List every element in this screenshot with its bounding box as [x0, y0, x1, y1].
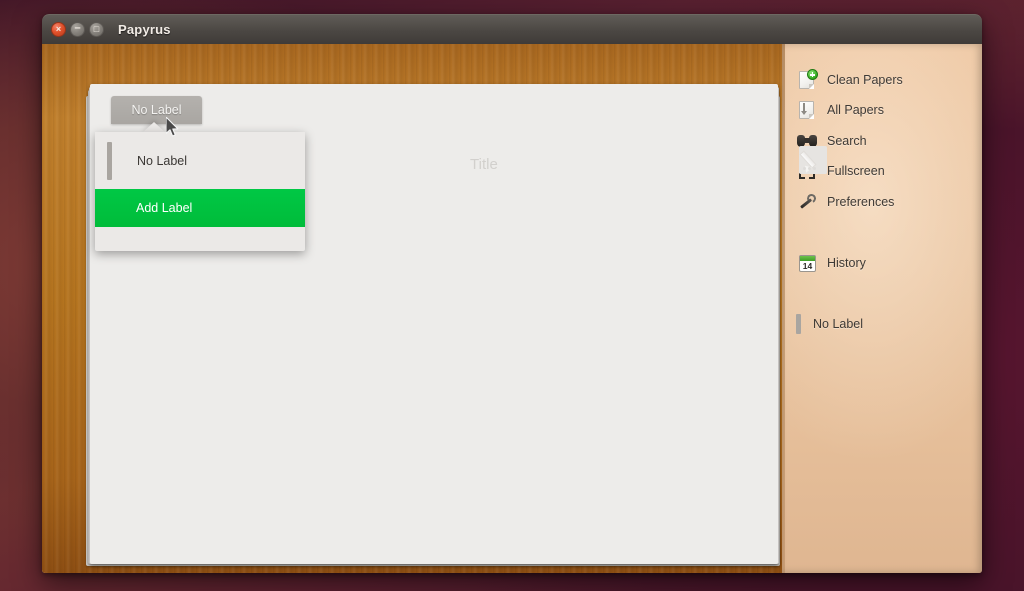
label-tab-text: No Label [131, 103, 182, 117]
sidebar-label-no-label[interactable]: No Label [796, 313, 863, 335]
desktop-background: × – □ Papyrus Clean Papers All Papers Se… [0, 0, 1024, 591]
dropdown-item-label: Add Label [136, 201, 193, 215]
pencil-icon[interactable] [799, 146, 827, 174]
card-title-placeholder: Title [470, 156, 498, 173]
maximize-icon: □ [93, 24, 100, 34]
label-color-swatch [107, 141, 112, 180]
mouse-cursor [166, 117, 179, 137]
sidebar-item-label: Clean Papers [827, 73, 903, 87]
application-window: × – □ Papyrus Clean Papers All Papers Se… [42, 14, 982, 573]
dropdown-item-add-label[interactable]: Add Label [95, 189, 305, 227]
wrench-icon [796, 191, 818, 213]
close-icon: × [55, 24, 62, 34]
sidebar-item-label: All Papers [827, 103, 884, 117]
sidebar-item-all-papers[interactable]: All Papers [796, 98, 972, 122]
dropdown-item-no-label[interactable]: No Label [95, 132, 305, 189]
sidebar-item-label: Fullscreen [827, 164, 885, 178]
label-color-swatch [796, 314, 801, 334]
sidebar-label-text: No Label [813, 317, 864, 331]
dropdown-item-label: No Label [137, 153, 188, 168]
sidebar-item-preferences[interactable]: Preferences [796, 190, 972, 214]
paper-download-icon [796, 99, 818, 121]
calendar-icon: 14 [796, 252, 818, 274]
window-titlebar: × – □ Papyrus [42, 14, 982, 44]
sidebar-item-clean-papers[interactable]: Clean Papers [796, 68, 972, 92]
window-content: Clean Papers All Papers Search Fullscree… [42, 44, 982, 573]
sidebar-panel: Clean Papers All Papers Search Fullscree… [782, 44, 982, 573]
window-minimize-button[interactable]: – [70, 22, 85, 37]
paper-plus-icon [796, 69, 818, 91]
window-title: Papyrus [118, 22, 171, 37]
sidebar-item-history[interactable]: 14 History [796, 251, 972, 275]
sidebar-item-label: Search [827, 134, 867, 148]
calendar-day-number: 14 [802, 261, 813, 271]
window-close-button[interactable]: × [51, 22, 66, 37]
sidebar-item-label: Preferences [827, 195, 895, 209]
window-maximize-button[interactable]: □ [89, 22, 104, 37]
sidebar-item-label: History [827, 256, 866, 270]
minimize-icon: – [74, 22, 81, 34]
label-tab-button[interactable]: No Label [111, 96, 202, 124]
label-dropdown-menu: No Label Add Label [95, 132, 305, 251]
